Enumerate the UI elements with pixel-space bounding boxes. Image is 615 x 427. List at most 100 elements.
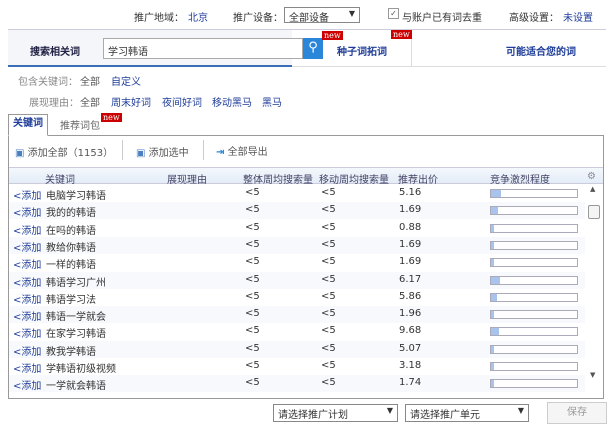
chevron-down-icon: ▼ [348,9,355,18]
col-overall-volume[interactable]: 整体周均搜索量 [243,171,313,186]
table-row[interactable]: <添加 在家学习韩语 <5 <5 9.68 [9,323,585,340]
competition-bar [490,223,578,233]
table-row[interactable]: <添加 韩语学习法 <5 <5 5.86 [9,289,585,306]
include-custom[interactable]: 自定义 [111,73,141,88]
overall-volume-cell: <5 [245,342,260,354]
overall-volume-cell: <5 [245,273,260,285]
col-reason[interactable]: 展现理由 [167,171,207,186]
unit-placeholder: 请选择推广单元 [410,410,480,421]
overall-volume-cell: <5 [245,238,260,250]
bid-cell: 6.17 [399,273,422,285]
mobile-volume-cell: <5 [321,187,336,198]
col-competition[interactable]: 竞争激烈程度 [490,171,550,186]
competition-fill [491,363,495,370]
search-input[interactable]: 学习韩语 [103,38,303,59]
save-button[interactable]: 保存 [547,402,607,424]
bid-cell: 1.69 [399,256,422,268]
chevron-down-icon: ▼ [386,406,393,415]
table-row[interactable]: <添加 韩语一学就会 <5 <5 1.96 [9,306,585,324]
plan-select[interactable]: 请选择推广计划 ▼ [273,404,398,422]
add-link[interactable]: <添加 [13,204,41,219]
export-icon: ⇥ [216,147,225,158]
table-row[interactable]: <添加 教我学韩语 <5 <5 5.07 [9,340,585,358]
divider [203,140,204,160]
competition-bar [490,362,578,371]
add-link[interactable]: <添加 [13,222,41,237]
add-all-button[interactable]: ▣ 添加全部（1153） [15,144,113,159]
tab-search-related[interactable]: 搜索相关词 学习韩语 ⚲ new [8,30,343,67]
table-row[interactable]: <添加 教给你韩语 <5 <5 1.69 [9,236,585,254]
competition-fill [491,190,502,197]
bid-cell: 1.96 [399,308,422,320]
competition-fill [491,328,499,336]
add-link[interactable]: <添加 [13,377,41,392]
add-link[interactable]: <添加 [13,274,41,289]
subtab-packages-label: 推荐词包 [60,121,100,132]
add-link[interactable]: <添加 [13,187,41,202]
keyword-cell: 一学就会韩语 [46,381,106,393]
col-bid[interactable]: 推荐出价 [398,171,438,186]
scroll-thumb[interactable] [588,205,600,219]
add-link[interactable]: <添加 [13,343,41,358]
reason-label: 展现理由： [29,98,79,109]
add-selected-button[interactable]: ▣ 添加选中 [136,144,189,159]
table-row[interactable]: <添加 一学就会韩语 <5 <5 1.74 [9,375,585,393]
add-link[interactable]: <添加 [13,325,41,340]
search-tabs: 搜索相关词 学习韩语 ⚲ new 种子词拓词 new 可能适合您的词 [8,29,606,67]
reason-night[interactable]: 夜间好词 [162,94,202,109]
subtab-packages[interactable]: 推荐词包 [60,117,100,132]
add-link[interactable]: <添加 [13,360,41,375]
table-row[interactable]: <添加 电脑学习韩语 <5 <5 5.16 [9,185,585,202]
gear-icon[interactable]: ⚙ [587,171,596,182]
col-mobile-volume[interactable]: 移动周均搜索量 [319,171,389,186]
overall-volume-cell: <5 [245,256,260,268]
export-all-button[interactable]: ⇥ 全部导出 [216,143,268,158]
add-link[interactable]: <添加 [13,239,41,254]
add-link[interactable]: <添加 [13,256,41,271]
subtab-keywords[interactable]: 关键词 [8,114,48,136]
unit-select[interactable]: 请选择推广单元 ▼ [405,404,529,422]
overall-volume-cell: <5 [245,290,260,302]
bid-cell: 3.18 [399,360,422,371]
dedupe-checkbox[interactable]: ✓ [388,8,399,19]
competition-bar [490,310,578,320]
bid-cell: 1.74 [399,377,422,389]
reason-mobile-darkhorse[interactable]: 移动黑马 [212,94,252,109]
competition-bar [490,292,578,302]
competition-fill [491,293,498,301]
add-link[interactable]: <添加 [13,291,41,306]
table-row[interactable]: <添加 在吗的韩语 <5 <5 0.88 [9,220,585,237]
scroll-up-icon[interactable]: ▲ [590,185,595,193]
table-row[interactable]: <添加 我的的韩语 <5 <5 1.69 [9,202,585,220]
keyword-cell: 一样的韩语 [46,260,96,272]
keyword-cell: 韩语一学就会 [46,312,106,324]
overall-volume-cell: <5 [245,377,260,389]
divider [122,140,123,160]
competition-bar [490,379,578,389]
competition-bar [490,275,578,285]
competition-fill [491,311,494,319]
new-badge: new [101,113,122,122]
scroll-down-icon[interactable]: ▼ [590,371,595,379]
keyword-cell: 教我学韩语 [46,346,96,358]
reason-darkhorse[interactable]: 黑马 [262,94,282,109]
device-select[interactable]: 全部设备 ▼ [284,7,360,24]
region-value[interactable]: 北京 [188,9,208,24]
tab-seed-words[interactable]: 种子词拓词 new [292,30,412,67]
table-row[interactable]: <添加 韩语学习广州 <5 <5 6.17 [9,271,585,289]
mobile-volume-cell: <5 [321,342,336,354]
col-keyword[interactable]: 关键词 [45,171,75,186]
include-all[interactable]: 全部 [80,73,100,88]
mobile-volume-cell: <5 [321,204,336,216]
table-row[interactable]: <添加 学韩语初级视频 <5 <5 3.18 [9,358,585,375]
scrollbar[interactable]: ▲ ▼ [585,185,603,398]
reason-weekend[interactable]: 周末好词 [111,94,151,109]
advanced-value[interactable]: 未设置 [563,9,593,24]
mobile-volume-cell: <5 [321,325,336,337]
tab-suggested-words[interactable]: 可能适合您的词 [412,30,606,67]
mobile-volume-cell: <5 [321,238,336,250]
reason-all[interactable]: 全部 [80,94,100,109]
add-link[interactable]: <添加 [13,308,41,323]
table-row[interactable]: <添加 一样的韩语 <5 <5 1.69 [9,254,585,271]
keyword-cell: 韩语学习法 [46,294,96,306]
